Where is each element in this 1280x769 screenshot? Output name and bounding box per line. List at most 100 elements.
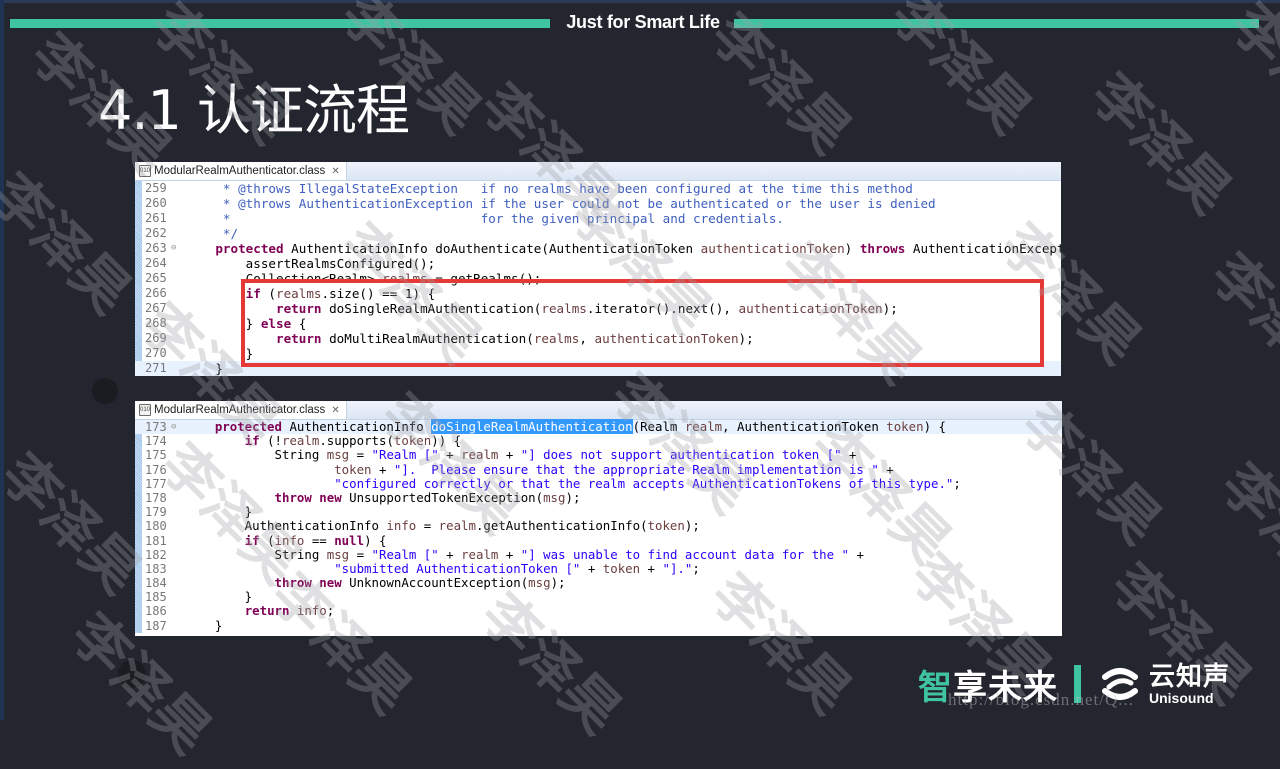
decor-dot	[118, 660, 146, 688]
close-tab-icon[interactable]: ✕	[331, 166, 339, 177]
line-number: 174	[145, 434, 167, 449]
code-text: throw new UnsupportedTokenException(msg)…	[274, 489, 581, 505]
code-line[interactable]: 187 }	[135, 617, 1062, 633]
code-text: token + "]. Please ensure that the appro…	[334, 461, 894, 477]
code-editor-1[interactable]: 010 ModularRealmAuthenticator.class ✕ 25…	[135, 162, 1061, 376]
code-line[interactable]: 267 return doSingleRealmAuthentication(r…	[135, 301, 1061, 316]
code-line[interactable]: 181 if (info == null) {	[135, 532, 1062, 548]
line-number: 187	[145, 618, 167, 633]
code-text: String msg = "Realm [" + realm + "] does…	[185, 447, 857, 463]
code-text: }	[185, 504, 253, 520]
code-line[interactable]: 177 "configured correctly or that the re…	[135, 475, 1062, 491]
code-line[interactable]: 180 AuthenticationInfo info = realm.getA…	[135, 519, 1062, 534]
code-line[interactable]: 263 ⊖ protected AuthenticationInfo doAuth…	[135, 241, 1061, 256]
code-line[interactable]: 269 return doMultiRealmAuthentication(re…	[135, 331, 1061, 346]
editor-tabbar: 010 ModularRealmAuthenticator.class ✕	[135, 401, 1062, 420]
code-line[interactable]: 184 throw new UnknownAccountException(ms…	[135, 575, 1062, 590]
left-edge	[0, 0, 4, 720]
code-text: if (!realm.supports(token)) {	[244, 433, 462, 449]
watermark-text: 李泽昊	[1198, 241, 1280, 407]
tagline: Just for Smart Life	[566, 12, 720, 32]
code-line[interactable]: 173 ⊖ protected AuthenticationInfo doSing…	[135, 419, 1062, 435]
code-line[interactable]: 259 * @throws IllegalStateException if n…	[135, 181, 1061, 196]
code-line[interactable]: 182 String msg = "Realm [" + realm + "] …	[135, 547, 1062, 562]
code-line[interactable]: 186 return info;	[135, 604, 1062, 619]
code-line[interactable]: 270 }	[135, 346, 1061, 361]
code-line[interactable]: 261 * for the given principal and creden…	[135, 211, 1061, 226]
line-number: 259	[145, 181, 167, 195]
code-editor-2[interactable]: 010 ModularRealmAuthenticator.class ✕ 17…	[135, 401, 1062, 636]
code-text: */	[222, 226, 239, 241]
line-number: 179	[145, 505, 167, 520]
line-number: 269	[145, 331, 167, 345]
close-tab-icon[interactable]: ✕	[331, 405, 339, 416]
code-text: if (info == null) {	[244, 532, 387, 548]
line-number: 270	[145, 346, 167, 360]
line-number: 260	[145, 196, 167, 210]
editor-tab[interactable]: 010 ModularRealmAuthenticator.class ✕	[135, 401, 347, 419]
line-number: 185	[145, 590, 167, 605]
decor-dot	[92, 378, 118, 404]
code-text: * for the given principal and credential…	[222, 211, 784, 226]
code-text: * @throws AuthenticationException if the…	[222, 196, 936, 211]
brand-name: 云知声 Unisound	[1149, 663, 1230, 705]
line-number: 266	[145, 286, 167, 300]
header-bar-right	[734, 19, 1259, 28]
code-text: }	[185, 361, 223, 376]
code-text: protected AuthenticationInfo doSingleRea…	[214, 419, 946, 434]
class-file-icon: 010	[139, 165, 151, 177]
code-text: assertRealmsConfigured();	[185, 256, 436, 271]
class-file-icon: 010	[139, 404, 151, 416]
line-number: 267	[145, 301, 167, 315]
code-text: Collection<Realm> realms = getRealms();	[185, 271, 542, 286]
editor-tab-label: ModularRealmAuthenticator.class	[154, 404, 326, 416]
line-number: 180	[145, 519, 167, 534]
code-line[interactable]: 183 "submitted AuthenticationToken [" + …	[135, 560, 1062, 576]
code-line[interactable]: 264 assertRealmsConfigured();	[135, 256, 1061, 271]
code-text: }	[185, 346, 254, 361]
code-text: "submitted AuthenticationToken [" + toke…	[334, 560, 700, 576]
editor-tabbar: 010 ModularRealmAuthenticator.class ✕	[135, 162, 1061, 181]
brand-cn: 云知声	[1149, 662, 1231, 692]
line-number: 261	[145, 211, 167, 225]
line-number: 271	[145, 361, 167, 375]
slide-title: 4.1 认证流程	[98, 79, 410, 142]
code-text: return doMultiRealmAuthentication(realms…	[276, 331, 754, 346]
line-number: 262	[145, 226, 167, 240]
url-watermark: http://blog.csdn.net/Q...	[948, 690, 1135, 709]
code-line[interactable]: 178 throw new UnsupportedTokenException(…	[135, 489, 1062, 505]
watermark-text: 李泽昊	[1208, 451, 1280, 617]
fold-toggle-icon[interactable]: ⊖	[171, 241, 176, 256]
code-text: }	[185, 589, 253, 605]
code-line[interactable]: 174 if (!realm.supports(token)) {	[135, 433, 1062, 449]
code-line[interactable]: 176 token + "]. Please ensure that the a…	[135, 461, 1062, 477]
code-text: }	[185, 617, 223, 633]
code-area[interactable]: 259 * @throws IllegalStateException if n…	[135, 181, 1061, 376]
fold-toggle-icon[interactable]: ⊖	[171, 420, 176, 434]
line-number: 182	[145, 547, 167, 562]
line-number: 183	[145, 561, 167, 576]
line-number: 177	[145, 476, 167, 491]
code-line[interactable]: 185 }	[135, 589, 1062, 605]
code-text: protected AuthenticationInfo doAuthentic…	[215, 241, 1061, 256]
line-number: 264	[145, 256, 167, 270]
code-area[interactable]: 173 ⊖ protected AuthenticationInfo doSing…	[135, 419, 1062, 633]
brand-en: Unisound	[1149, 690, 1214, 706]
code-line[interactable]: 262 */	[135, 226, 1061, 241]
code-line[interactable]: 265 Collection<Realm> realms = getRealms…	[135, 271, 1061, 286]
code-line[interactable]: 179 }	[135, 504, 1062, 520]
code-text: * @throws IllegalStateException if no re…	[222, 181, 913, 196]
code-line[interactable]: 266 if (realms.size() == 1) {	[135, 286, 1061, 301]
code-line[interactable]: 268 } else {	[135, 316, 1061, 331]
line-number: 265	[145, 271, 167, 285]
editor-tab[interactable]: 010 ModularRealmAuthenticator.class ✕	[135, 162, 347, 180]
code-line[interactable]: 260 * @throws AuthenticationException if…	[135, 196, 1061, 211]
code-text: if (realms.size() == 1) {	[245, 286, 436, 301]
editor-tab-label: ModularRealmAuthenticator.class	[154, 165, 326, 177]
top-edge	[0, 0, 1280, 3]
code-text: return doSingleRealmAuthentication(realm…	[276, 301, 898, 316]
header-bar-left	[10, 19, 550, 28]
code-text: "configured correctly or that the realm …	[334, 475, 961, 491]
code-line[interactable]: 175 String msg = "Realm [" + realm + "] …	[135, 447, 1062, 463]
code-line[interactable]: 271 }	[135, 361, 1061, 376]
